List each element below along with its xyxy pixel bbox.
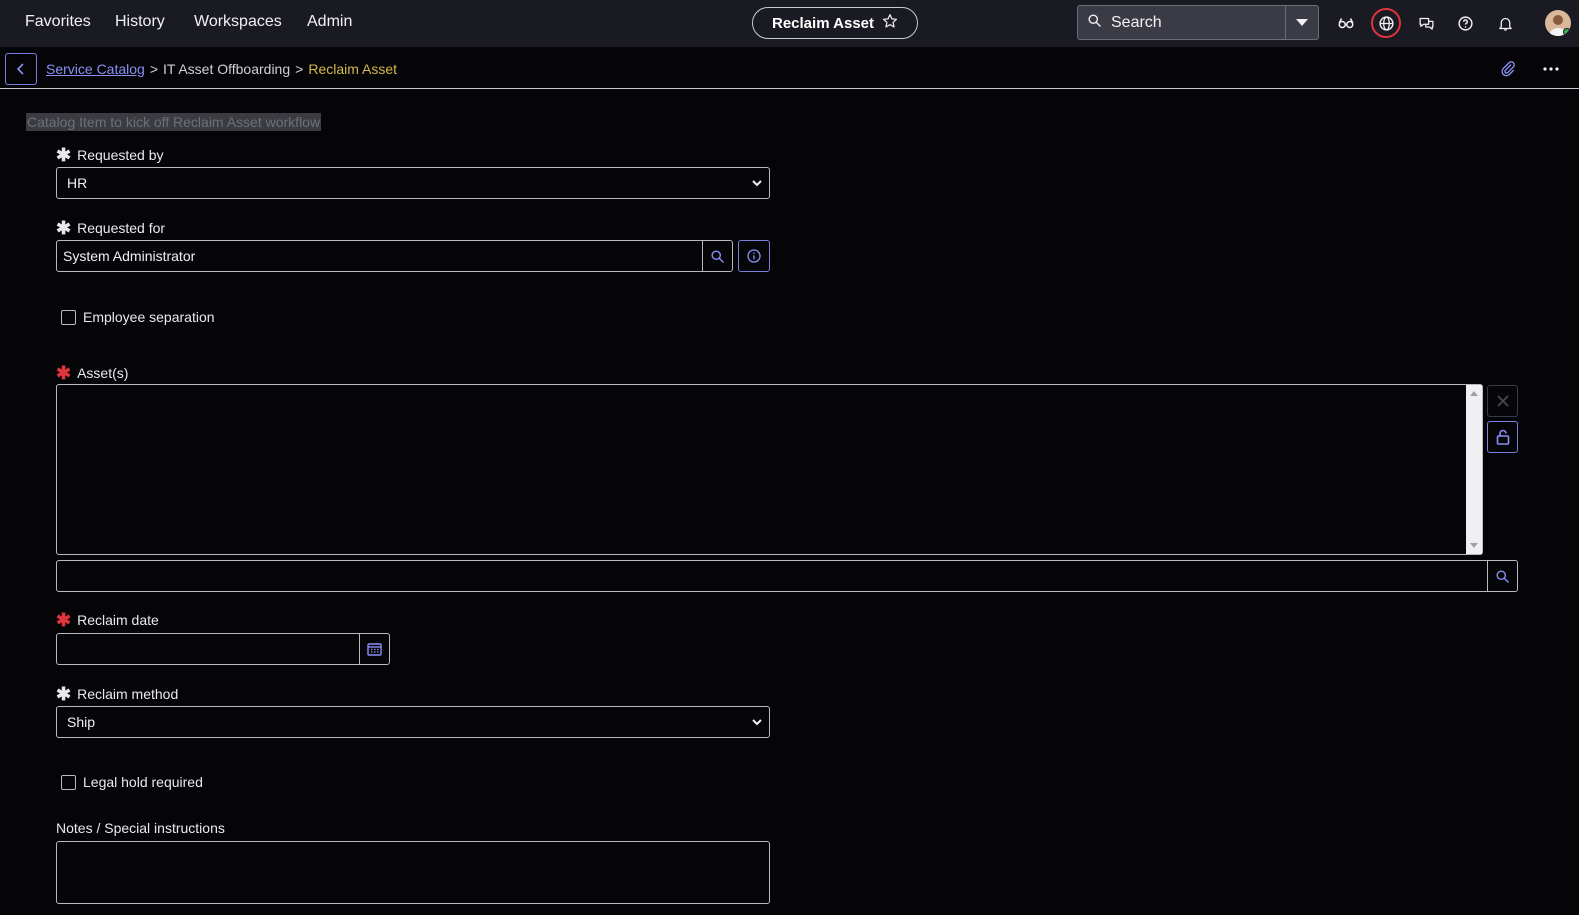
legal-hold-checkbox[interactable]: [61, 774, 76, 790]
star-icon[interactable]: [882, 13, 898, 33]
requested-for-input[interactable]: System Administrator: [56, 240, 703, 272]
nav-admin[interactable]: Admin: [307, 13, 352, 31]
reclaim-method-select[interactable]: Ship: [56, 706, 770, 738]
info-icon: [747, 249, 761, 263]
assets-search-input[interactable]: [56, 560, 1488, 592]
employee-separation-row[interactable]: Employee separation: [61, 309, 215, 325]
mandatory-indicator: ✱: [56, 145, 72, 165]
nav-history[interactable]: History: [115, 13, 165, 31]
reclaim-date-picker-button[interactable]: [359, 633, 390, 665]
reclaim-date-label: ✱ Reclaim date: [56, 610, 159, 630]
search-icon: [1087, 13, 1102, 33]
search-icon: [1496, 570, 1509, 583]
search-icon: [711, 250, 724, 263]
chevron-down-icon: [752, 180, 762, 187]
chevron-down-icon: [752, 719, 762, 726]
assets-scrollbar[interactable]: [1466, 385, 1482, 554]
help-icon[interactable]: [1452, 10, 1478, 36]
requested-by-value: HR: [67, 175, 88, 191]
breadcrumb-current: Reclaim Asset: [308, 61, 398, 77]
legal-hold-label: Legal hold required: [83, 774, 203, 790]
requested-by-select[interactable]: HR: [56, 167, 770, 199]
reclaim-method-label-text: Reclaim method: [77, 686, 179, 702]
assets-remove-button[interactable]: [1487, 385, 1518, 417]
scroll-down-arrow-icon[interactable]: [1470, 543, 1478, 548]
back-button[interactable]: [5, 53, 37, 85]
employee-separation-checkbox[interactable]: [61, 309, 76, 325]
online-status-dot: [1563, 28, 1571, 36]
impersonate-icon[interactable]: [1333, 10, 1359, 36]
chevron-left-icon: [16, 63, 24, 75]
reclaim-date-label-text: Reclaim date: [77, 612, 159, 628]
reclaim-method-label: ✱ Reclaim method: [56, 684, 179, 704]
mandatory-indicator: ✱: [56, 218, 72, 238]
close-icon: [1496, 395, 1509, 407]
assets-label: ✱ Asset(s): [56, 363, 129, 383]
notes-label: Notes / Special instructions: [56, 820, 225, 836]
breadcrumb-category: IT Asset Offboarding: [163, 61, 291, 77]
context-bar: Service Catalog > IT Asset Offboarding >…: [0, 49, 1579, 89]
caret-down-icon: [1296, 18, 1308, 26]
breadcrumb-separator: >: [149, 61, 159, 77]
scroll-up-arrow-icon[interactable]: [1470, 391, 1478, 396]
breadcrumb-separator: >: [295, 61, 304, 77]
catalog-item-description: Catalog Item to kick off Reclaim Asset w…: [26, 113, 322, 131]
notes-label-text: Notes / Special instructions: [56, 820, 225, 836]
top-nav-bar: Favorites History Workspaces Admin Recla…: [0, 0, 1579, 47]
notes-textarea[interactable]: [56, 841, 770, 904]
breadcrumb-service-catalog[interactable]: Service Catalog: [46, 61, 145, 77]
nav-favorites[interactable]: Favorites: [25, 13, 91, 31]
calendar-icon: [367, 643, 382, 656]
nav-workspaces[interactable]: Workspaces: [194, 13, 282, 31]
requested-for-label-text: Requested for: [77, 220, 166, 236]
mandatory-indicator: ✱: [56, 684, 72, 704]
user-avatar[interactable]: [1545, 10, 1571, 36]
globe-icon[interactable]: [1371, 8, 1401, 38]
breadcrumb: Service Catalog > IT Asset Offboarding >…: [46, 61, 397, 77]
search-placeholder: Search: [1111, 13, 1162, 31]
mandatory-indicator: ✱: [56, 363, 72, 383]
requested-for-label: ✱ Requested for: [56, 218, 166, 238]
global-search[interactable]: Search: [1077, 5, 1319, 40]
reclaim-date-input[interactable]: [56, 633, 360, 665]
assets-label-text: Asset(s): [77, 365, 129, 381]
paperclip-icon[interactable]: [1498, 59, 1518, 79]
assets-lookup-button[interactable]: [1487, 560, 1518, 592]
requested-for-lookup-button[interactable]: [702, 240, 733, 272]
notification-bell-icon[interactable]: [1492, 10, 1518, 36]
requested-by-label-text: Requested by: [77, 147, 164, 163]
requested-for-value: System Administrator: [63, 248, 196, 264]
requested-by-label: ✱ Requested by: [56, 145, 164, 165]
reclaim-method-value: Ship: [67, 714, 96, 730]
requested-for-info-button[interactable]: [738, 240, 770, 272]
page-title-pill[interactable]: Reclaim Asset: [752, 7, 918, 39]
assets-listbox[interactable]: [56, 384, 1483, 555]
assets-lock-button[interactable]: [1487, 421, 1518, 453]
page-title: Reclaim Asset: [772, 14, 874, 32]
search-scope-dropdown[interactable]: [1286, 6, 1318, 39]
employee-separation-label: Employee separation: [83, 309, 215, 325]
more-options-icon[interactable]: [1541, 59, 1561, 79]
legal-hold-row[interactable]: Legal hold required: [61, 774, 203, 790]
chat-icon[interactable]: [1413, 10, 1439, 36]
lock-icon: [1496, 429, 1509, 445]
search-input[interactable]: Search: [1078, 6, 1286, 39]
mandatory-indicator: ✱: [56, 610, 72, 630]
